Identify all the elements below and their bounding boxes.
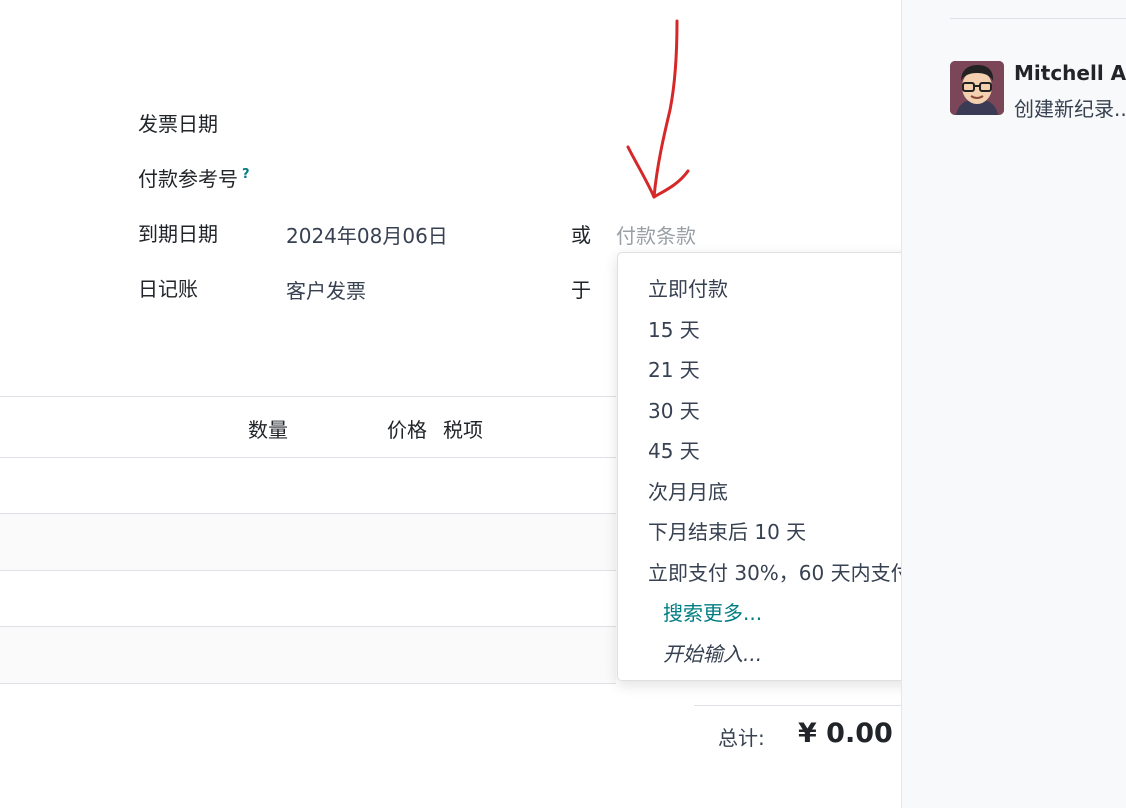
- column-header-price[interactable]: 价格: [387, 414, 427, 443]
- help-tooltip-icon[interactable]: ?: [242, 167, 250, 182]
- due-date-input[interactable]: 2024年08月06日: [286, 220, 448, 249]
- due-date-label: 到期日期: [138, 222, 218, 246]
- column-header-taxes[interactable]: 税项: [443, 414, 483, 443]
- start-typing-hint: 开始输入...: [663, 642, 763, 666]
- in-label: 于: [571, 278, 591, 302]
- message-body: 创建新纪录...: [1014, 97, 1126, 121]
- chatter-divider: [950, 18, 1126, 19]
- total-label: 总计:: [718, 726, 765, 750]
- table-bottom-border: [0, 683, 616, 684]
- payment-reference-label: 付款参考号?: [138, 163, 250, 192]
- dropdown-option[interactable]: 30 天: [648, 395, 700, 424]
- dropdown-option[interactable]: 21 天: [648, 354, 700, 383]
- avatar[interactable]: [950, 61, 1004, 115]
- journal-label: 日记账: [138, 277, 198, 301]
- totals-divider: [694, 705, 901, 706]
- column-header-quantity[interactable]: 数量: [248, 414, 288, 443]
- dropdown-option[interactable]: 45 天: [648, 435, 700, 464]
- total-amount: ¥ 0.00: [798, 718, 893, 749]
- invoice-date-label: 发票日期: [138, 112, 218, 136]
- payment-reference-label-text: 付款参考号: [138, 167, 238, 191]
- table-row[interactable]: [0, 571, 616, 626]
- table-row[interactable]: [0, 514, 616, 570]
- search-more-link[interactable]: 搜索更多...: [663, 597, 762, 626]
- or-label: 或: [571, 223, 591, 247]
- dropdown-option[interactable]: 15 天: [648, 314, 700, 343]
- table-row[interactable]: [0, 627, 616, 683]
- table-top-border: [0, 396, 616, 397]
- dropdown-option[interactable]: 立即付款: [648, 273, 728, 302]
- message-author[interactable]: Mitchell Admin: [1014, 61, 1126, 85]
- annotation-arrow-icon: [626, 19, 690, 199]
- journal-input[interactable]: 客户发票: [286, 275, 366, 304]
- dropdown-option[interactable]: 次月月底: [648, 476, 728, 505]
- chatter-panel: Mitchell Admin 创建新纪录...: [901, 0, 1126, 808]
- avatar-face-icon: [950, 61, 1004, 115]
- dropdown-option[interactable]: 下月结束后 10 天: [648, 516, 806, 545]
- table-row[interactable]: [0, 458, 616, 513]
- payment-terms-input[interactable]: 付款条款: [616, 220, 696, 249]
